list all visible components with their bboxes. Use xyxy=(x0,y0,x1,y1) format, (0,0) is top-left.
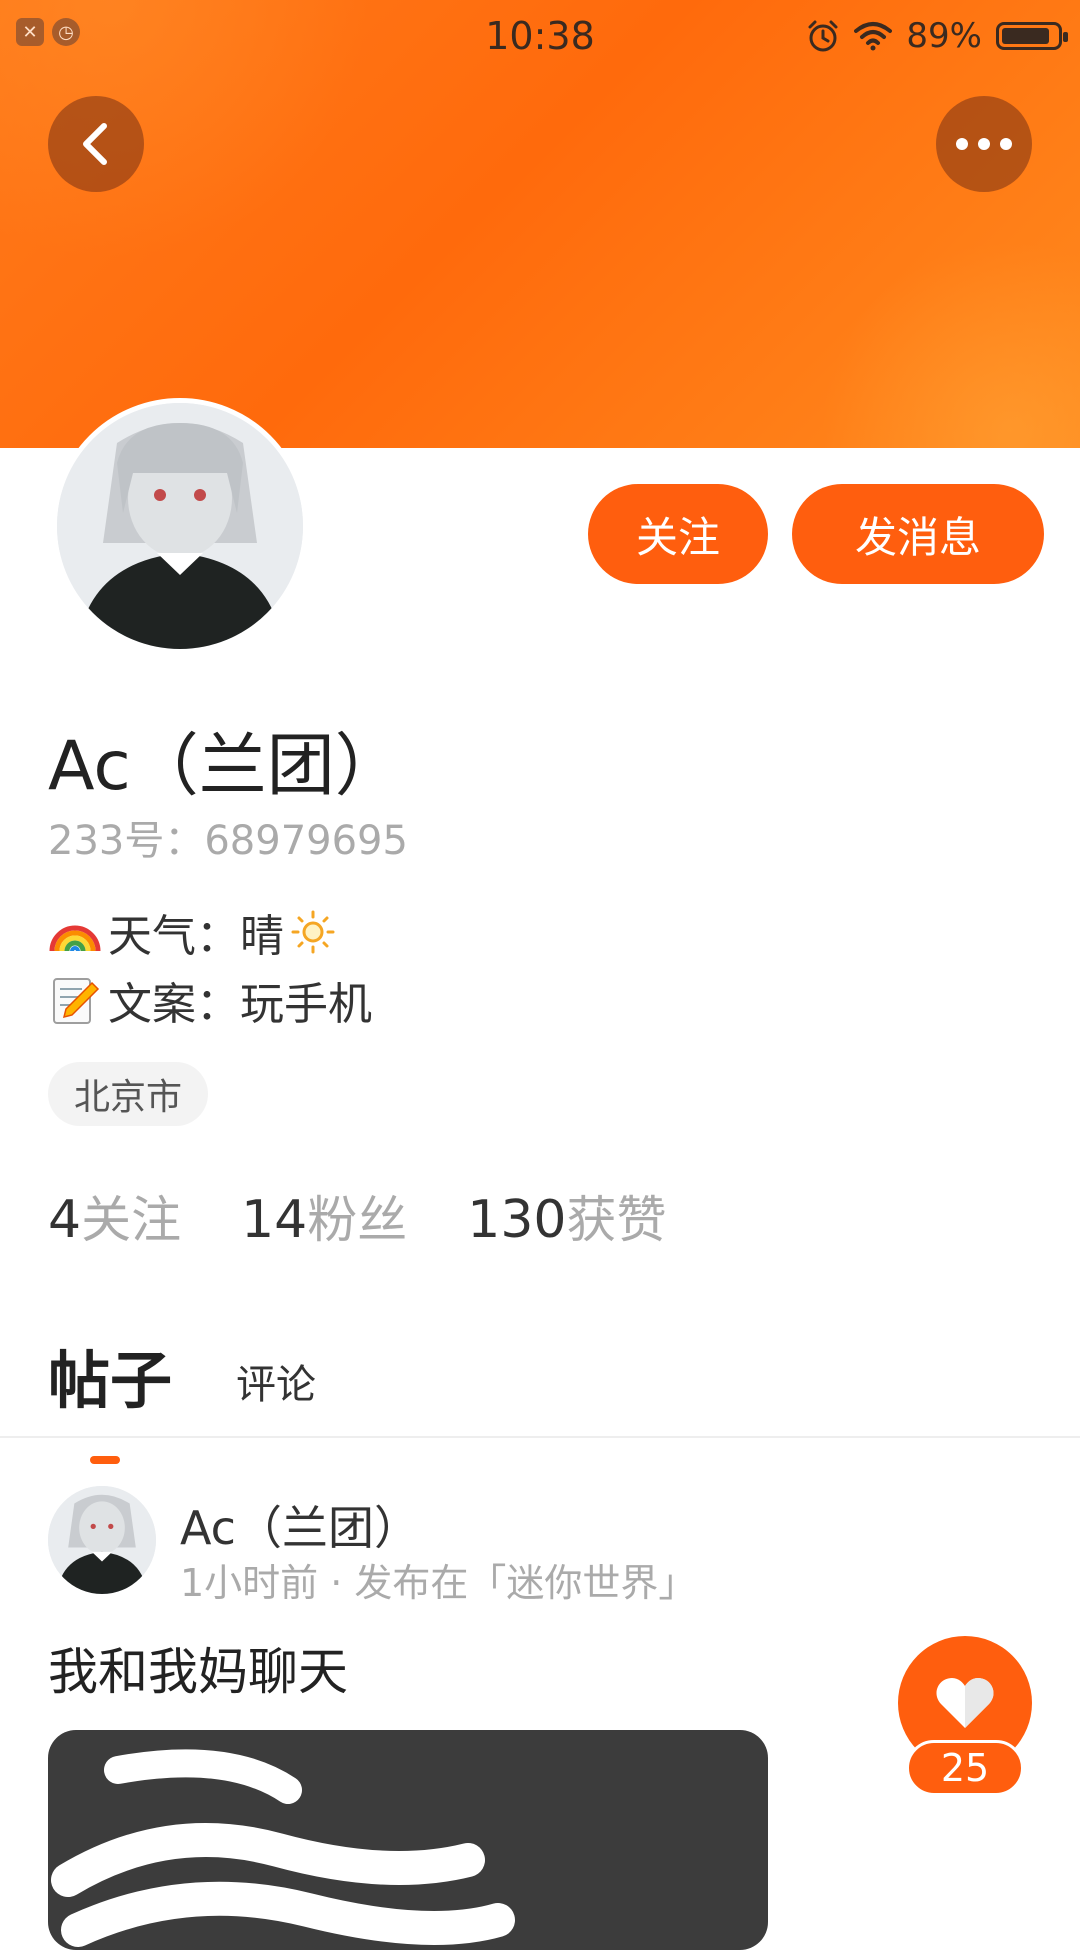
post-author-avatar[interactable] xyxy=(48,1486,156,1594)
profile-id[interactable]: 233号：68979695 xyxy=(48,808,408,866)
profile-header-banner: ✕ ◷ 10:38 89% xyxy=(0,0,1080,448)
alarm-icon xyxy=(808,20,838,52)
wifi-icon xyxy=(854,22,893,51)
stat-likes-label: 获赞 xyxy=(566,1191,667,1249)
back-arrow-icon xyxy=(83,123,107,165)
battery-percent: 89% xyxy=(906,16,982,56)
battery-icon xyxy=(996,22,1068,50)
bio-line-caption: 文案：玩手机 xyxy=(48,968,372,1032)
more-options-button[interactable] xyxy=(936,96,1032,192)
bio-line-weather: 天气：晴 xyxy=(48,900,336,964)
tab-posts-label: 帖子 xyxy=(48,1344,173,1417)
more-dots-icon xyxy=(956,138,1012,150)
post-avatar-image xyxy=(48,1486,156,1594)
avatar-image xyxy=(57,403,303,649)
profile-avatar[interactable] xyxy=(52,398,308,654)
status-bar: ✕ ◷ 10:38 89% xyxy=(0,0,1080,76)
post-title[interactable]: 我和我妈聊天 xyxy=(48,1632,348,1704)
rainbow-emoji xyxy=(49,925,101,952)
post-image[interactable] xyxy=(48,1730,768,1950)
stat-following[interactable]: 4关注 xyxy=(48,1180,181,1252)
tab-active-indicator xyxy=(90,1456,120,1464)
sun-icon xyxy=(291,910,335,954)
banner-decoration xyxy=(820,240,1080,448)
profile-stats: 4关注 14粉丝 130获赞 xyxy=(48,1180,667,1252)
tabs-divider xyxy=(0,1436,1080,1438)
profile-tabs: 帖子 评论 xyxy=(48,1330,316,1464)
stat-followers-count: 14 xyxy=(241,1190,308,1250)
tab-comments[interactable]: 评论 xyxy=(236,1352,316,1420)
post-image-scribble xyxy=(51,1749,515,1947)
follow-button[interactable]: 关注 xyxy=(588,484,768,584)
post-meta: 1小时前 · 发布在「迷你世界」 xyxy=(180,1561,697,1605)
tab-posts[interactable]: 帖子 xyxy=(48,1330,173,1464)
bio-caption-text: 文案：玩手机 xyxy=(108,979,372,1030)
bio-weather-text: 天气：晴 xyxy=(108,911,284,962)
memo-emoji xyxy=(53,978,100,1024)
back-button[interactable] xyxy=(48,96,144,192)
profile-name: Ac（兰团） xyxy=(48,727,403,806)
send-message-button[interactable]: 发消息 xyxy=(792,484,1044,584)
stat-likes[interactable]: 130获赞 xyxy=(467,1180,666,1252)
stat-followers[interactable]: 14粉丝 xyxy=(241,1180,407,1252)
post-author-name[interactable]: Ac（兰团） xyxy=(180,1492,420,1558)
stat-following-label: 关注 xyxy=(81,1191,182,1249)
stat-following-count: 4 xyxy=(48,1190,82,1250)
like-count: 25 xyxy=(906,1740,1024,1796)
battery-level xyxy=(1002,28,1050,44)
status-right-icons: 89% xyxy=(806,16,1068,56)
location-tag: 北京市 xyxy=(48,1062,209,1126)
stat-likes-count: 130 xyxy=(467,1190,567,1250)
stat-followers-label: 粉丝 xyxy=(307,1191,408,1249)
heart-icon xyxy=(936,1678,994,1728)
